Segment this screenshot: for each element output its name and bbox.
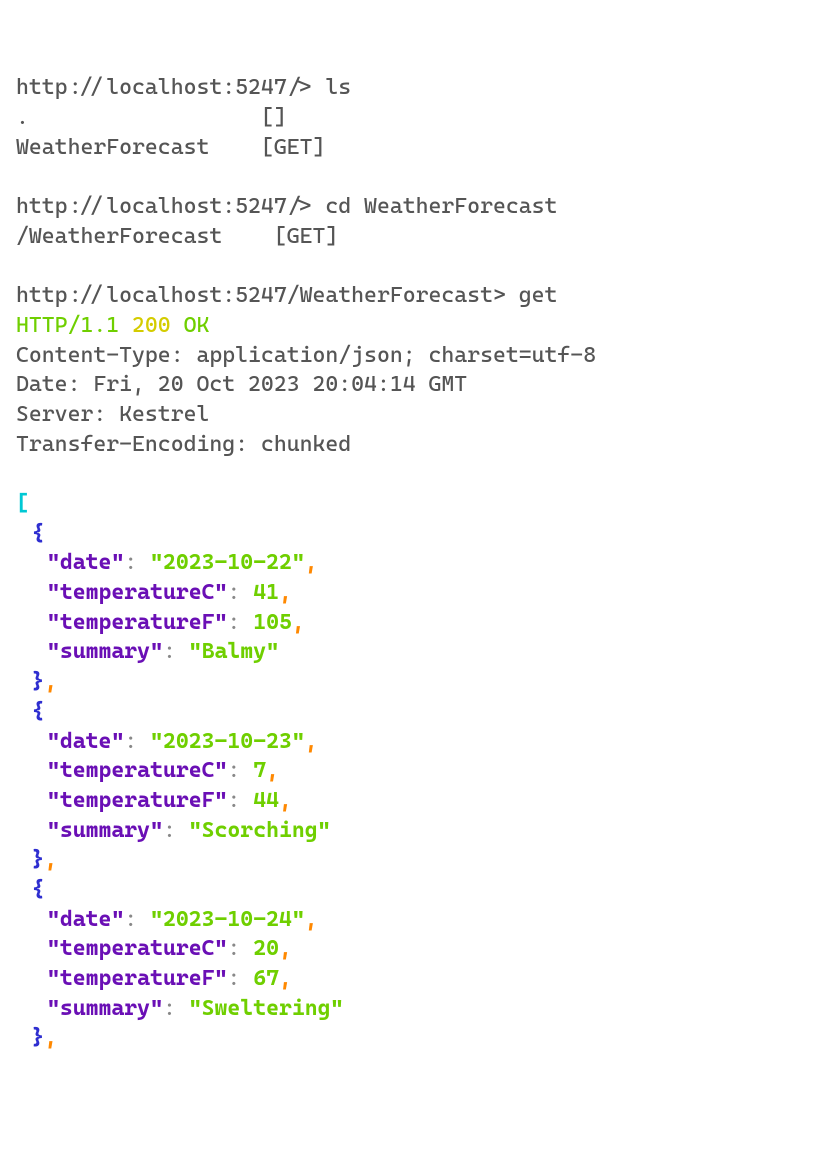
http-protocol: HTTP/1.1 bbox=[16, 313, 119, 338]
json-object-0-open: { bbox=[16, 521, 44, 546]
command-cd: cd WeatherForecast bbox=[325, 194, 557, 219]
prompt-line-1[interactable]: http://localhost:5247/> ls bbox=[16, 75, 351, 100]
command-ls: ls bbox=[325, 75, 351, 100]
json-0-tempf: "temperatureF": 105, bbox=[16, 610, 305, 635]
json-1-tempc: "temperatureC": 7, bbox=[16, 758, 279, 783]
json-0-date: "date": "2023-10-22", bbox=[16, 550, 318, 575]
ls-name-1: WeatherForecast bbox=[16, 135, 209, 160]
json-2-tempf: "temperatureF": 67, bbox=[16, 966, 292, 991]
header-2: Server: Kestrel bbox=[16, 402, 209, 427]
json-2-date: "date": "2023-10-24", bbox=[16, 907, 318, 932]
json-0-tempc: "temperatureC": 41, bbox=[16, 580, 292, 605]
json-array-open: [ bbox=[16, 491, 29, 516]
header-0: Content-Type: application/json; charset=… bbox=[16, 343, 596, 368]
prompt-2: http://localhost:5247/> bbox=[16, 194, 312, 219]
json-1-tempf: "temperatureF": 44, bbox=[16, 788, 292, 813]
http-status-code: 200 bbox=[132, 313, 171, 338]
http-status-text: OK bbox=[184, 313, 210, 338]
json-2-summary: "summary": "Sweltering" bbox=[16, 996, 343, 1021]
json-1-summary: "summary": "Scorching" bbox=[16, 818, 331, 843]
ls-name-0: . bbox=[16, 105, 29, 130]
header-1: Date: Fri, 20 Oct 2023 20:04:14 GMT bbox=[16, 372, 467, 397]
json-object-1-open: { bbox=[16, 699, 44, 724]
cd-name-0: /WeatherForecast bbox=[16, 224, 222, 249]
terminal-output: http://localhost:5247/> ls . [] WeatherF… bbox=[16, 73, 811, 1053]
cd-row-0: /WeatherForecast [GET] bbox=[16, 224, 338, 249]
prompt-3: http://localhost:5247/WeatherForecast> bbox=[16, 283, 506, 308]
json-object-2-open: { bbox=[16, 877, 44, 902]
ls-row-0: . [] bbox=[16, 105, 287, 130]
json-0-summary: "summary": "Balmy" bbox=[16, 639, 279, 664]
json-object-2-close: }, bbox=[16, 1025, 57, 1050]
command-get: get bbox=[519, 283, 558, 308]
json-object-1-close: }, bbox=[16, 847, 57, 872]
ls-methods-0: [] bbox=[261, 105, 287, 130]
ls-methods-1: [GET] bbox=[261, 135, 325, 160]
header-3: Transfer-Encoding: chunked bbox=[16, 432, 351, 457]
prompt-line-2[interactable]: http://localhost:5247/> cd WeatherForeca… bbox=[16, 194, 557, 219]
json-object-0-close: }, bbox=[16, 669, 57, 694]
json-1-date: "date": "2023-10-23", bbox=[16, 729, 318, 754]
ls-row-1: WeatherForecast [GET] bbox=[16, 135, 325, 160]
prompt-line-3[interactable]: http://localhost:5247/WeatherForecast> g… bbox=[16, 283, 557, 308]
json-2-tempc: "temperatureC": 20, bbox=[16, 936, 292, 961]
prompt-1: http://localhost:5247/> bbox=[16, 75, 312, 100]
status-line: HTTP/1.1 200 OK bbox=[16, 313, 209, 338]
cd-methods-0: [GET] bbox=[274, 224, 338, 249]
